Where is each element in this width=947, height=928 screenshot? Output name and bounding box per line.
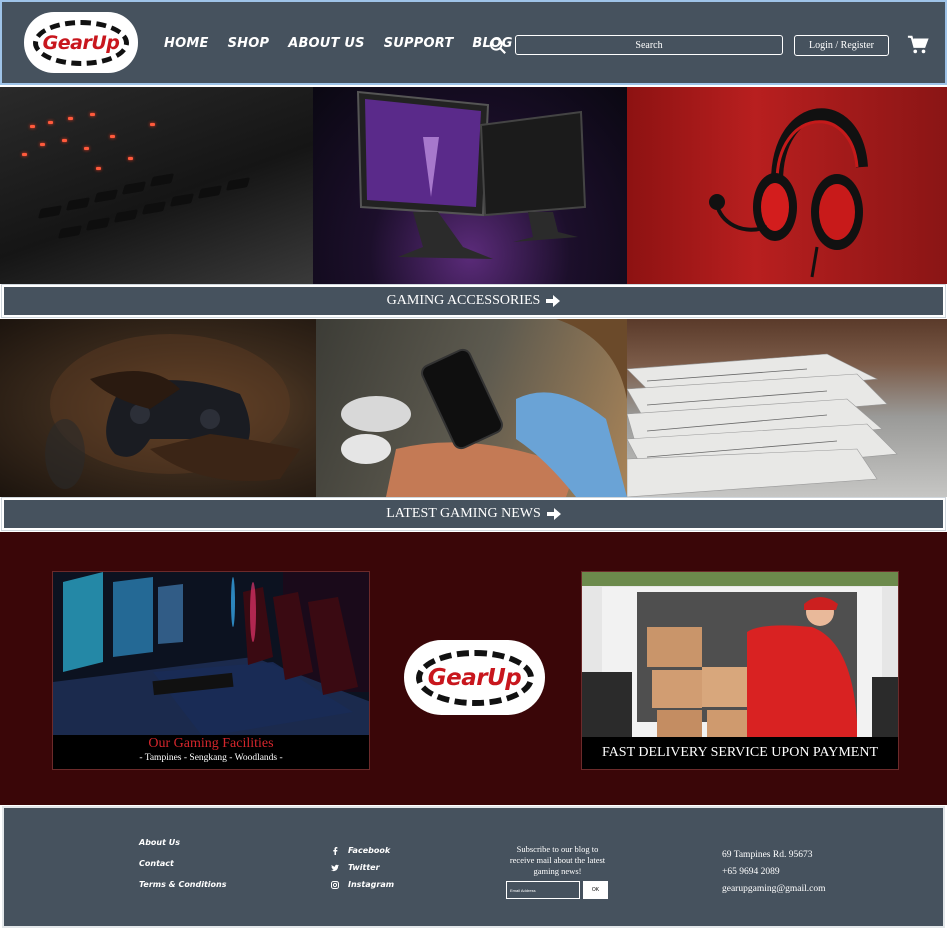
gaming-accessories-label: GAMING ACCESSORIES xyxy=(386,293,541,308)
subscribe-ok-button[interactable]: OK xyxy=(583,881,608,899)
footer-link-about-us[interactable]: About Us xyxy=(139,838,227,847)
contact-phone: +65 9694 2089 xyxy=(722,867,780,877)
controller-image[interactable] xyxy=(0,319,316,497)
subscribe-text: Subscribe to our blog to receive mail ab… xyxy=(509,844,606,876)
social-instagram[interactable]: Instagram xyxy=(331,880,394,889)
footer-link-contact[interactable]: Contact xyxy=(139,859,227,868)
contact-address: 69 Tampines Rd. 95673 xyxy=(722,850,813,860)
instagram-icon xyxy=(331,880,339,889)
monitor-image[interactable] xyxy=(313,87,627,284)
facilities-locations: - Tampines - Sengkang - Woodlands - xyxy=(139,753,283,763)
brand-name: GearUp xyxy=(42,31,120,54)
main-nav: HOME SHOP ABOUT US SUPPORT BLOG xyxy=(164,36,513,51)
facilities-title: Our Gaming Facilities xyxy=(148,736,274,751)
email-input[interactable] xyxy=(506,881,580,899)
twitter-icon xyxy=(331,864,339,871)
footer-links: About Us Contact Terms & Conditions xyxy=(139,838,227,901)
latest-gaming-news-banner[interactable]: LATEST GAMING NEWS xyxy=(1,497,946,531)
nav-home[interactable]: HOME xyxy=(164,36,209,51)
brand-logo[interactable]: GearUp xyxy=(24,12,138,73)
social-twitter[interactable]: Twitter xyxy=(331,863,394,872)
social-links: Facebook Twitter Instagram xyxy=(331,846,394,897)
shopping-cart-icon[interactable] xyxy=(907,34,929,56)
latest-gaming-news-label: LATEST GAMING NEWS xyxy=(386,506,541,521)
search-input[interactable] xyxy=(515,35,783,55)
contact-info: 69 Tampines Rd. 95673 +65 9694 2089 gear… xyxy=(722,847,825,898)
facilities-caption: Our Gaming Facilities - Tampines - Sengk… xyxy=(53,735,369,769)
subscribe-form: OK xyxy=(506,881,608,899)
center-brand-name: GearUp xyxy=(427,664,522,691)
delivery-caption: FAST DELIVERY SERVICE UPON PAYMENT xyxy=(582,737,898,769)
nav-shop[interactable]: SHOP xyxy=(228,36,270,51)
nav-about-us[interactable]: ABOUT US xyxy=(288,36,365,51)
gaming-facilities-card[interactable]: Our Gaming Facilities - Tampines - Sengk… xyxy=(52,571,370,770)
social-facebook[interactable]: Facebook xyxy=(331,846,394,855)
center-brand-logo[interactable]: GearUp xyxy=(404,640,545,715)
site-header: GearUp HOME SHOP ABOUT US SUPPORT BLOG L… xyxy=(0,0,947,85)
footer-link-terms[interactable]: Terms & Conditions xyxy=(139,880,227,889)
fast-delivery-card[interactable]: FAST DELIVERY SERVICE UPON PAYMENT xyxy=(581,571,899,770)
newspaper-image[interactable] xyxy=(627,319,947,497)
search-icon[interactable] xyxy=(489,37,507,55)
nav-support[interactable]: SUPPORT xyxy=(384,36,454,51)
delivery-title: FAST DELIVERY SERVICE UPON PAYMENT xyxy=(601,745,879,760)
keyboard-image[interactable] xyxy=(0,87,313,284)
headset-image[interactable] xyxy=(627,87,947,284)
arrow-right-icon xyxy=(546,508,561,520)
phone-image[interactable] xyxy=(316,319,627,497)
arrow-right-icon xyxy=(546,295,561,307)
contact-email[interactable]: gearupgaming@gmail.com xyxy=(722,881,825,898)
login-register-button[interactable]: Login / Register xyxy=(794,35,889,56)
gaming-accessories-banner[interactable]: GAMING ACCESSORIES xyxy=(1,284,946,318)
facebook-icon xyxy=(333,846,338,855)
